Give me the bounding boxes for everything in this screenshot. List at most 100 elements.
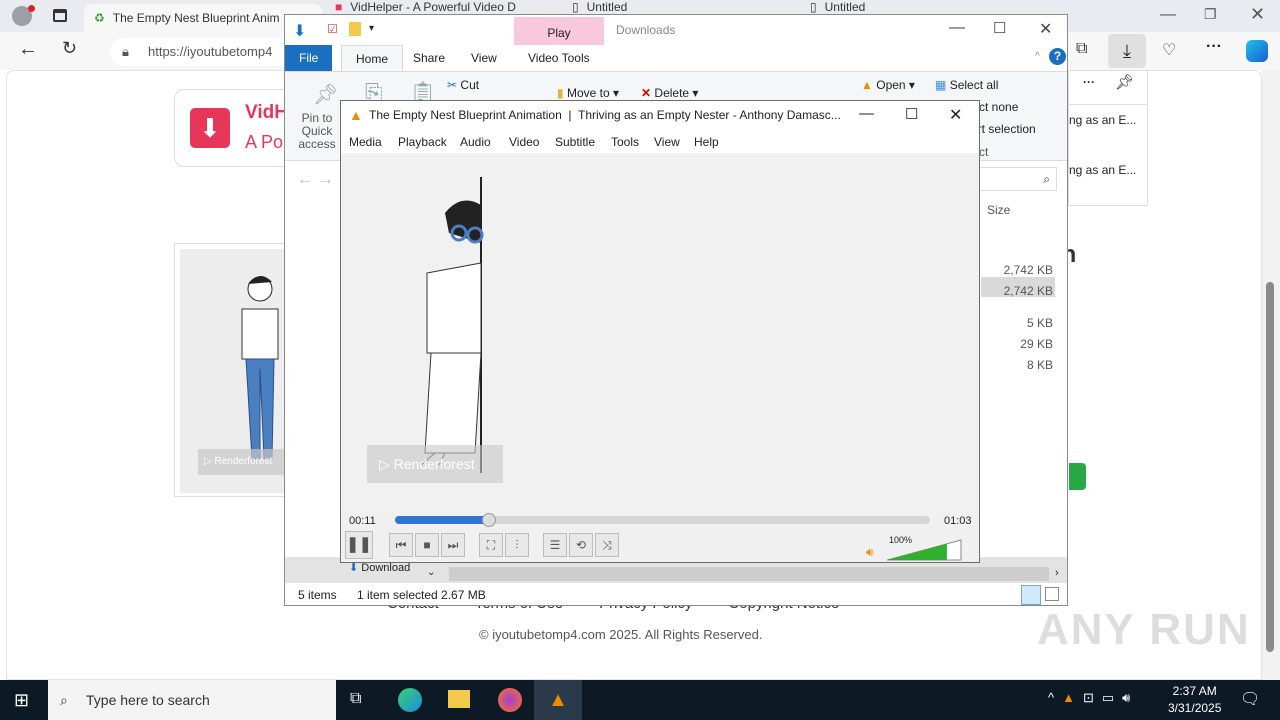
restore-button[interactable]: ❐ xyxy=(1204,6,1217,23)
brand-title: VidH xyxy=(245,102,288,123)
lock-icon: 🔒︎ xyxy=(122,44,129,59)
window-title: Downloads xyxy=(616,23,676,37)
downloads-flyout: ··· 📌︎ ng as an E... ng as an E... xyxy=(1068,70,1148,206)
menu-tools[interactable]: Tools xyxy=(611,135,639,149)
menu-help[interactable]: Help xyxy=(694,135,719,149)
tab-untitled-1[interactable]: ▯ Untitled xyxy=(562,0,797,14)
file-size[interactable]: 29 KB xyxy=(985,334,1053,355)
close-button[interactable]: ✕ xyxy=(1039,19,1052,39)
page-icon: ▯ xyxy=(572,0,579,14)
tab-view[interactable]: View xyxy=(457,45,511,71)
downloads-button[interactable]: ⤓ xyxy=(1108,34,1146,68)
tab-file[interactable]: File xyxy=(285,45,333,71)
close-button[interactable]: ✕ xyxy=(949,105,962,125)
download-item[interactable]: ng as an E... xyxy=(1069,163,1136,177)
file-size[interactable]: 2,742 KB xyxy=(985,281,1053,302)
collections-icon[interactable]: ⧉ xyxy=(1076,40,1087,58)
scroll-right-icon[interactable]: › xyxy=(1055,567,1059,579)
minimize-button[interactable]: — xyxy=(1160,6,1176,24)
new-folder-icon[interactable] xyxy=(349,22,361,36)
status-selection: 1 item selected 2.67 MB xyxy=(357,588,486,602)
green-action-button[interactable] xyxy=(1069,463,1086,490)
menu-subtitle[interactable]: Subtitle xyxy=(555,135,595,149)
speaker-icon[interactable]: 🔊︎ xyxy=(866,545,874,560)
maximize-button[interactable]: ☐ xyxy=(905,105,918,123)
file-size[interactable]: 5 KB xyxy=(985,313,1053,334)
tab-video-tools[interactable]: Video Tools xyxy=(514,45,604,71)
download-item[interactable]: ng as an E... xyxy=(1069,113,1136,127)
details-view-button[interactable] xyxy=(1021,585,1041,605)
firefox-icon[interactable] xyxy=(498,688,522,712)
edge-icon[interactable] xyxy=(398,688,422,712)
collapse-ribbon-icon[interactable]: ^ xyxy=(1035,51,1040,62)
video-area[interactable]: ▷ Renderforest xyxy=(341,153,979,511)
scrollbar-thumb[interactable] xyxy=(1266,282,1274,652)
back-button[interactable]: ← xyxy=(18,38,38,61)
refresh-button[interactable]: ↻ xyxy=(62,38,77,59)
vlc-cone-icon: ▲ xyxy=(349,107,363,123)
properties-icon[interactable]: ☑ xyxy=(327,22,338,36)
menu-audio[interactable]: Audio xyxy=(460,135,491,149)
extended-settings-button[interactable]: ⫶ xyxy=(505,533,529,557)
delete-button[interactable]: ✕ Delete ▾ xyxy=(641,86,698,100)
start-button[interactable]: ⊞ xyxy=(14,690,29,711)
select-all-icon: ▦ xyxy=(935,78,947,92)
notifications-icon[interactable]: 🗨︎ xyxy=(1240,689,1260,709)
next-button[interactable]: ⏭ xyxy=(441,533,465,557)
more-menu-button[interactable]: ··· xyxy=(1206,38,1222,56)
select-all-button[interactable]: ▦ Select all xyxy=(935,78,998,92)
page-scrollbar[interactable] xyxy=(1262,70,1280,680)
volume-slider[interactable] xyxy=(887,539,962,561)
search-box[interactable]: ⌕ xyxy=(979,167,1057,191)
tab-home[interactable]: Home xyxy=(341,45,404,71)
loop-button[interactable]: ⟲ xyxy=(569,533,593,557)
cut-button[interactable]: ✂ Cut xyxy=(447,78,479,92)
move-to-button[interactable]: ▮ Move to ▾ xyxy=(557,86,619,100)
stop-button[interactable]: ■ xyxy=(415,533,439,557)
task-view-icon[interactable]: ⧉ xyxy=(350,690,361,708)
tab-vidhelper[interactable]: ■ VidHelper - A Powerful Video D xyxy=(325,0,560,14)
tab-share[interactable]: Share xyxy=(399,45,459,71)
copilot-icon[interactable] xyxy=(1246,40,1268,62)
playlist-button[interactable]: ☰ xyxy=(543,533,567,557)
seek-handle[interactable] xyxy=(481,513,496,527)
customize-qat-icon[interactable]: ▾ xyxy=(369,23,374,34)
nav-expand-icon[interactable]: ⌄ xyxy=(427,567,435,578)
close-button[interactable]: ✕ xyxy=(1250,4,1265,25)
menu-video[interactable]: Video xyxy=(509,135,539,149)
pause-button[interactable]: ❚❚ xyxy=(345,531,373,559)
vlc-taskbar-icon[interactable]: ▲ xyxy=(534,680,582,720)
delete-x-icon: ✕ xyxy=(641,86,652,100)
file-explorer-icon[interactable] xyxy=(448,690,470,708)
large-icons-view-button[interactable] xyxy=(1045,587,1059,601)
minimize-button[interactable]: — xyxy=(859,105,874,122)
file-size[interactable]: 2,742 KB xyxy=(985,260,1053,281)
shuffle-button[interactable]: ⤨ xyxy=(595,533,619,557)
system-tray-icons[interactable]: ^▲⊡▭🔊︎ xyxy=(1048,690,1138,706)
menu-media[interactable]: Media xyxy=(349,135,382,149)
taskbar-search[interactable]: ⌕ Type here to search xyxy=(48,680,336,720)
previous-button[interactable]: ⏮ xyxy=(389,533,413,557)
open-button[interactable]: ▲ Open ▾ xyxy=(861,78,915,92)
tab-actions-icon[interactable] xyxy=(53,9,67,22)
minimize-button[interactable]: — xyxy=(949,19,965,37)
help-icon[interactable]: ? xyxy=(1049,48,1066,65)
file-size[interactable]: 8 KB xyxy=(985,355,1053,376)
maximize-button[interactable]: ☐ xyxy=(993,19,1006,37)
flyout-more-button[interactable]: ··· xyxy=(1083,75,1095,89)
menu-view[interactable]: View xyxy=(654,135,680,149)
browser-essentials-icon[interactable]: ♡ xyxy=(1162,40,1176,60)
brand-subtitle: A Po xyxy=(245,132,284,152)
menu-playback[interactable]: Playback xyxy=(398,135,447,149)
back-button[interactable]: ← → xyxy=(297,171,333,189)
pin-quick-access-button[interactable]: Pin to Quick access xyxy=(291,112,343,151)
search-icon: ⌕ xyxy=(1043,172,1050,186)
horizontal-scrollbar[interactable] xyxy=(449,567,1049,581)
fullscreen-button[interactable]: ⛶ xyxy=(479,533,503,557)
seek-bar[interactable] xyxy=(395,513,930,527)
pin-icon[interactable]: 📌︎ xyxy=(1115,73,1134,91)
column-header-size[interactable]: Size xyxy=(987,203,1010,217)
tab-untitled-2[interactable]: ▯ Untitled xyxy=(800,0,1030,14)
total-time: 01:03 xyxy=(944,515,972,527)
clock[interactable]: 2:37 AM 3/31/2025 xyxy=(1168,683,1221,717)
